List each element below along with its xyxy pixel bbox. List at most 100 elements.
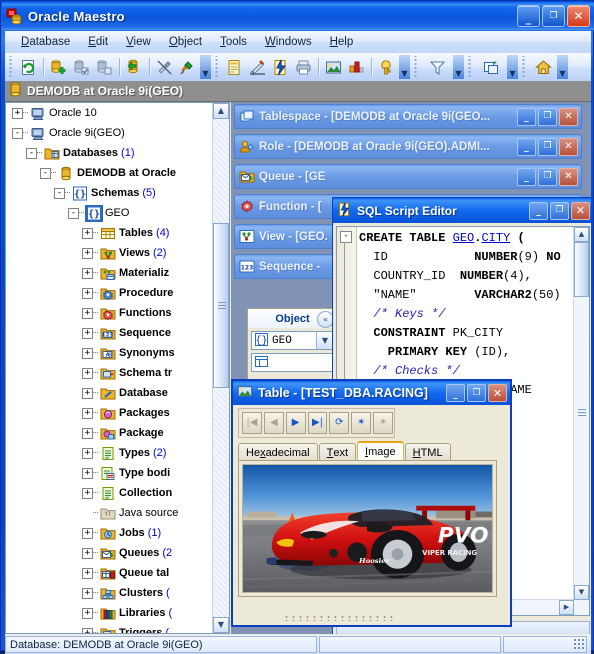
- tree-expander[interactable]: -: [54, 187, 65, 199]
- tab-text[interactable]: Text: [318, 443, 357, 461]
- add-database-icon[interactable]: [47, 56, 70, 79]
- sql-editor-vertical-scrollbar[interactable]: ▲ ▼: [573, 227, 589, 615]
- chevron-down-icon[interactable]: ▼: [316, 332, 333, 349]
- tree-item-java-source[interactable]: Java source: [6, 503, 213, 523]
- tree-expander[interactable]: -: [40, 167, 51, 179]
- close-button[interactable]: ✕: [567, 5, 590, 27]
- toolbar-overflow-button[interactable]: ▼: [200, 55, 211, 79]
- toolbar-overflow-button[interactable]: ▼: [399, 55, 410, 79]
- toolbar-overflow-button[interactable]: ▼: [507, 55, 518, 79]
- tree-expander[interactable]: +: [82, 587, 93, 599]
- tree-item-schemas[interactable]: -{} Schemas (5): [6, 183, 213, 203]
- print-icon[interactable]: [292, 56, 315, 79]
- tree-item-queue-tal[interactable]: + Queue tal: [6, 563, 213, 583]
- tree-vertical-scrollbar[interactable]: ▲ ▼: [212, 103, 229, 633]
- menu-object[interactable]: Object: [160, 34, 211, 50]
- toolbar-overflow-button[interactable]: ▼: [453, 55, 464, 79]
- connect-icon[interactable]: [176, 56, 199, 79]
- tree-expander[interactable]: +: [82, 247, 93, 259]
- minimize-button[interactable]: _: [517, 5, 540, 27]
- image-viewer-icon[interactable]: [322, 56, 345, 79]
- tree-expander[interactable]: +: [82, 327, 93, 339]
- mdi-close-button[interactable]: ✕: [559, 167, 578, 186]
- next-record-button[interactable]: ▶: [285, 412, 306, 434]
- tree-item-queues[interactable]: + Queues (2: [6, 543, 213, 563]
- tree-expander[interactable]: +: [82, 527, 93, 539]
- tree-expander[interactable]: +: [82, 267, 93, 279]
- tree-item-collection[interactable]: + Collection: [6, 483, 213, 503]
- sql-editor-close-button[interactable]: ✕: [571, 201, 590, 220]
- object-combo[interactable]: [251, 353, 334, 372]
- tree-expander[interactable]: +: [82, 487, 93, 499]
- tree-item-oracle-10[interactable]: + Oracle 10: [6, 103, 213, 123]
- tree-expander[interactable]: +: [82, 627, 93, 633]
- security-icon[interactable]: [375, 56, 398, 79]
- schema-combo[interactable]: {} GEO ▼: [251, 331, 334, 350]
- menu-windows[interactable]: Windows: [256, 34, 321, 50]
- tree-expander[interactable]: -: [26, 147, 37, 159]
- tree-item-package[interactable]: + Package: [6, 423, 213, 443]
- tree-expander[interactable]: +: [82, 227, 93, 239]
- tree-item-views[interactable]: + Views (2): [6, 243, 213, 263]
- tree-expander[interactable]: +: [82, 547, 93, 559]
- last-record-button[interactable]: ▶|: [307, 412, 328, 434]
- mdi-maximize-button[interactable]: ❐: [538, 137, 557, 156]
- tree-expander[interactable]: +: [82, 427, 93, 439]
- tree-expander[interactable]: -: [12, 127, 23, 139]
- sql-script-icon[interactable]: [269, 56, 292, 79]
- tree-expander[interactable]: +: [82, 607, 93, 619]
- tree-item-tables[interactable]: + Tables (4): [6, 223, 213, 243]
- refresh-icon[interactable]: [17, 56, 40, 79]
- code-fold-toggle[interactable]: -: [340, 231, 352, 243]
- disconnect-icon[interactable]: [153, 56, 176, 79]
- tree-expander[interactable]: +: [82, 387, 93, 399]
- mdi-window-role[interactable]: Role - [DEMODB at Oracle 9i(GEO).ADMI...…: [234, 134, 582, 159]
- tree-item-functions[interactable]: + Functions: [6, 303, 213, 323]
- table-window-minimize-button[interactable]: _: [446, 384, 465, 402]
- tree-item-schema-tr[interactable]: + Schema tr: [6, 363, 213, 383]
- tree-expander[interactable]: -: [68, 207, 79, 219]
- menu-help[interactable]: Help: [321, 34, 363, 50]
- tree-item-sequence[interactable]: +123 Sequence: [6, 323, 213, 343]
- register-database-icon[interactable]: [123, 56, 146, 79]
- toolbar-grip[interactable]: [214, 56, 221, 78]
- tree-item-database[interactable]: + Database: [6, 383, 213, 403]
- mdi-close-button[interactable]: ✕: [559, 137, 578, 156]
- toolbar-grip[interactable]: [467, 56, 474, 78]
- toolbar-grip[interactable]: [8, 56, 15, 78]
- tree-expander[interactable]: +: [12, 107, 23, 119]
- tree-expander[interactable]: +: [82, 287, 93, 299]
- load-blob-button[interactable]: ✶: [351, 412, 372, 434]
- mdi-minimize-button[interactable]: _: [517, 167, 536, 186]
- toolbar-overflow-button[interactable]: ▼: [557, 55, 568, 79]
- tree-expander[interactable]: +: [82, 467, 93, 479]
- tab-image[interactable]: Image: [357, 441, 404, 461]
- sql-scroll-up-button[interactable]: ▲: [574, 227, 589, 242]
- cascade-windows-icon[interactable]: [476, 56, 506, 79]
- tab-html[interactable]: H TML: [404, 443, 451, 461]
- tree-item-synonyms[interactable]: + A B Synonyms: [6, 343, 213, 363]
- menu-database[interactable]: Database: [12, 34, 79, 50]
- tree-item-geo[interactable]: -{} GEO: [6, 203, 213, 223]
- new-object-icon[interactable]: [223, 56, 246, 79]
- toolbar-grip[interactable]: [521, 56, 528, 78]
- chart-icon[interactable]: [345, 56, 368, 79]
- tree-scroll-thumb[interactable]: [213, 223, 229, 388]
- table-window-close-button[interactable]: ✕: [488, 384, 507, 402]
- mdi-minimize-button[interactable]: _: [517, 137, 536, 156]
- delete-database-icon[interactable]: [93, 56, 116, 79]
- refresh-record-button[interactable]: ⟳: [329, 412, 350, 434]
- tree-scroll-down-button[interactable]: ▼: [213, 617, 229, 633]
- tree-expander[interactable]: +: [82, 447, 93, 459]
- tree-item-libraries[interactable]: + Libraries(: [6, 603, 213, 623]
- menu-view[interactable]: View: [117, 34, 160, 50]
- tree-scroll-up-button[interactable]: ▲: [213, 103, 229, 119]
- clear-blob-button[interactable]: ✶: [373, 412, 394, 434]
- sql-scroll-down-button[interactable]: ▼: [574, 585, 589, 600]
- object-tree[interactable]: + Oracle 10- Oracle 9i(GEO) - Databases (1) - D…: [6, 103, 213, 633]
- tree-item-type-bodi[interactable]: + Type bodi: [6, 463, 213, 483]
- tree-expander[interactable]: +: [82, 347, 93, 359]
- maximize-button[interactable]: ❐: [542, 5, 565, 27]
- tree-expander[interactable]: +: [82, 567, 93, 579]
- tree-item-triggers[interactable]: + Triggers(: [6, 623, 213, 633]
